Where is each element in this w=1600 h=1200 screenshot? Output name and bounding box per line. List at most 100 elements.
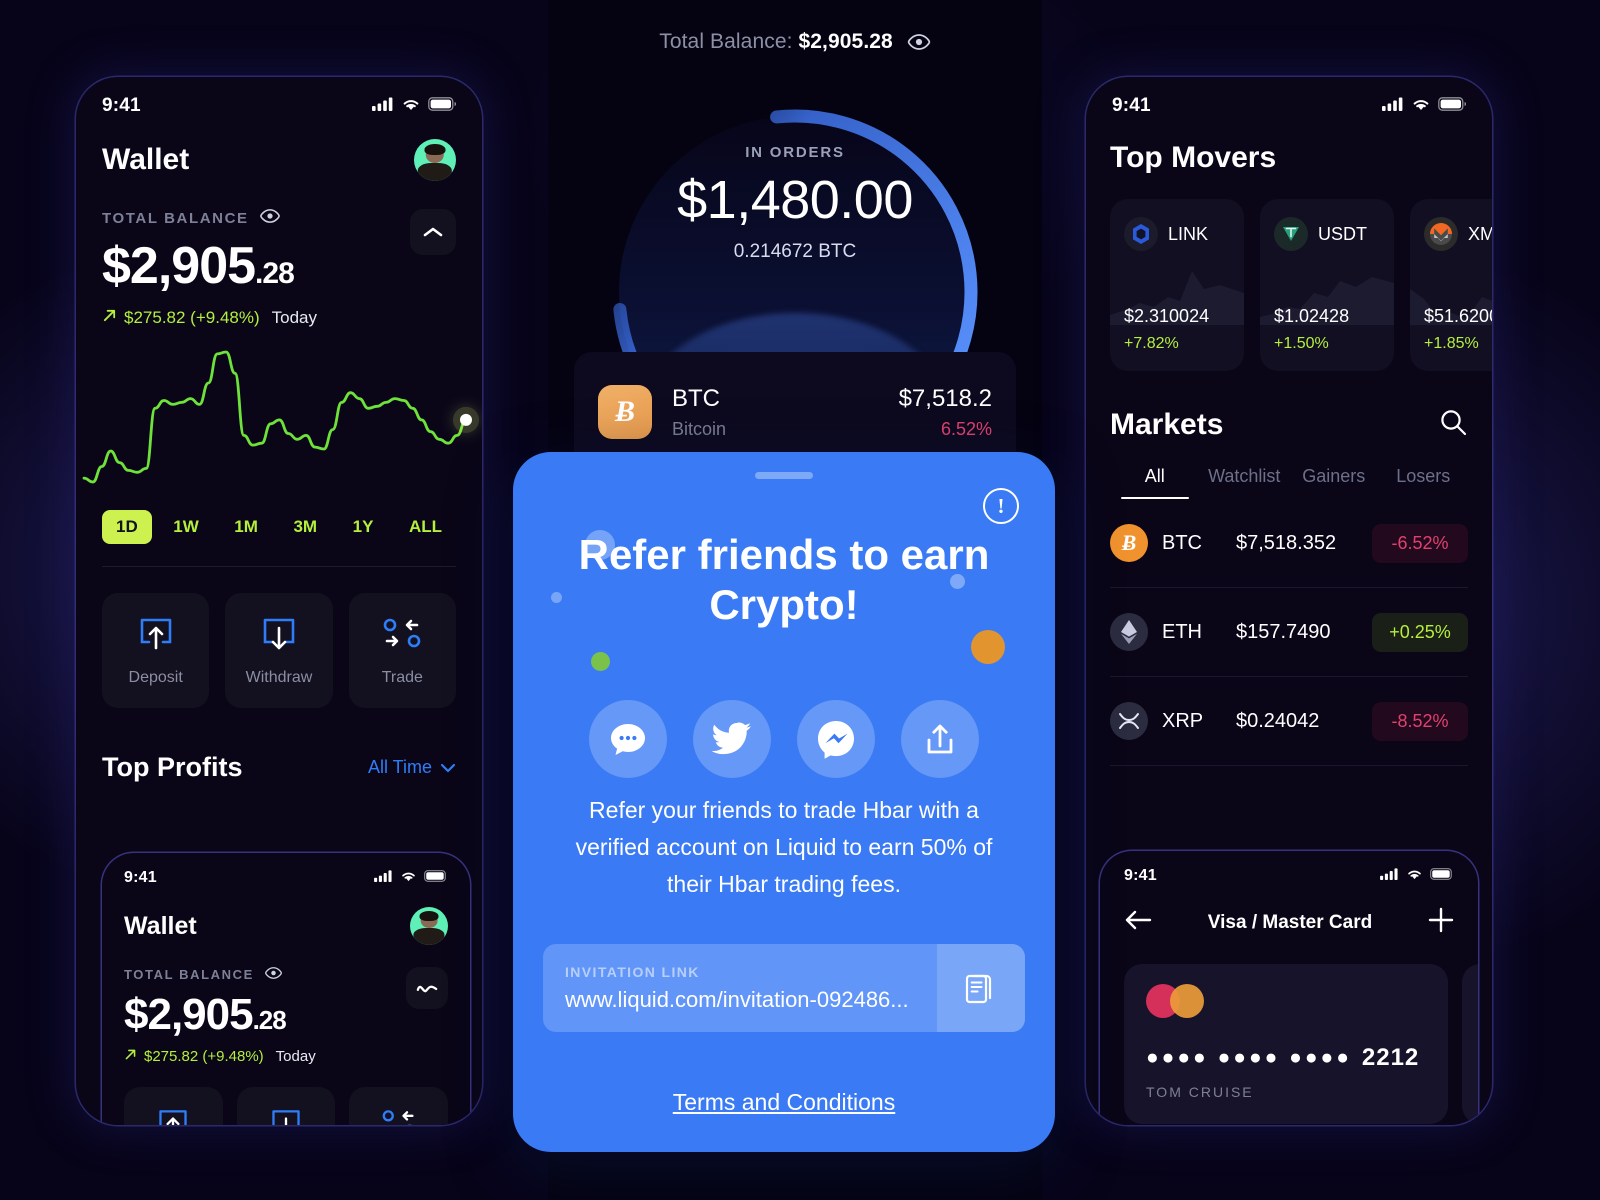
share-options[interactable] <box>513 700 1055 778</box>
bitcoin-icon: Ƀ <box>1110 524 1148 562</box>
battery-icon <box>1430 867 1454 885</box>
invitation-link-value: www.liquid.com/invitation-092486... <box>565 986 909 1012</box>
eye-icon[interactable] <box>264 967 283 982</box>
deposit-button[interactable]: Deposit <box>102 592 210 708</box>
cellular-icon <box>1380 867 1399 885</box>
range-1y[interactable]: 1Y <box>339 510 388 544</box>
withdraw-button[interactable]: Withdraw <box>225 592 333 708</box>
trade-button[interactable]: Trade <box>349 1087 449 1125</box>
twitter-icon[interactable] <box>693 700 771 778</box>
nested-page-title: Wallet <box>124 911 197 940</box>
search-icon[interactable] <box>1438 407 1468 442</box>
coin-name: Bitcoin <box>672 418 727 439</box>
cellular-icon <box>374 869 393 887</box>
market-price: $0.24042 <box>1236 709 1320 732</box>
top-profits-filter[interactable]: All Time <box>368 757 456 778</box>
wifi-icon <box>1411 97 1431 116</box>
status-time: 9:41 <box>1112 95 1151 116</box>
confetti-dot <box>971 630 1005 664</box>
top-mover-card[interactable]: XMR $51.62000 +1.85% <box>1410 199 1492 371</box>
back-button[interactable] <box>1124 910 1152 935</box>
plus-icon <box>1428 907 1454 933</box>
invitation-link-field[interactable]: INVITATION LINK www.liquid.com/invitatio… <box>543 944 1025 1032</box>
credit-card-next[interactable] <box>1462 964 1478 1124</box>
add-card-button[interactable] <box>1428 907 1454 938</box>
balance-delta: $275.82 (+9.48%) Today <box>102 308 410 328</box>
coin-symbol: BTC <box>672 384 720 412</box>
right-phone-frame: 9:41 Top Movers LINK $2.310024 +7.82% US… <box>1086 77 1492 1125</box>
wifi-icon <box>1406 867 1423 885</box>
market-symbol: XRP <box>1162 709 1204 732</box>
terms-and-conditions-link[interactable]: Terms and Conditions <box>513 1089 1055 1116</box>
eye-icon[interactable] <box>907 32 931 56</box>
coin-price: $7,518.2 <box>898 384 992 412</box>
card-nav-title: Visa / Master Card <box>1207 911 1373 933</box>
top-mover-price: $2.310024 <box>1124 306 1210 326</box>
wifi-icon <box>400 869 417 887</box>
markets-tabs[interactable]: All Watchlist Gainers Losers <box>1110 466 1468 499</box>
withdraw-button[interactable]: Withdraw <box>236 1087 336 1125</box>
top-mover-symbol: XMR <box>1468 223 1492 244</box>
expand-chart-button[interactable] <box>406 967 448 1009</box>
tab-gainers[interactable]: Gainers <box>1289 466 1379 499</box>
credit-card[interactable]: ●●●● ●●●● ●●●● 2212 TOM CRUISE <box>1124 964 1448 1124</box>
share-icon[interactable] <box>901 700 979 778</box>
messenger-icon[interactable] <box>797 700 875 778</box>
balance-amount: $2,905.28 <box>102 237 295 295</box>
top-movers-title: Top Movers <box>1110 141 1277 174</box>
collapse-chart-button[interactable] <box>410 209 456 255</box>
range-selector[interactable]: 1D 1W 1M 3M 1Y ALL <box>76 509 482 544</box>
tab-watchlist[interactable]: Watchlist <box>1200 466 1290 499</box>
tether-icon <box>1274 217 1308 251</box>
chevron-down-icon <box>440 757 456 778</box>
market-change: -6.52% <box>1372 523 1468 563</box>
center-total-balance-label: Total Balance: <box>659 30 793 53</box>
status-bar: 9:41 <box>76 95 482 117</box>
referral-modal: ! Refer friends to earn Crypto! Refer yo… <box>513 452 1055 1152</box>
markets-title: Markets <box>1110 407 1224 441</box>
info-icon[interactable]: ! <box>983 488 1019 524</box>
top-mover-symbol: USDT <box>1318 223 1367 244</box>
table-row[interactable]: XRP $0.24042 -8.52% <box>1110 677 1468 765</box>
trade-label: Trade <box>381 668 423 686</box>
table-row[interactable]: ETH $157.7490 +0.25% <box>1110 588 1468 676</box>
drag-handle[interactable] <box>755 472 813 479</box>
deposit-button[interactable]: Deposit <box>124 1087 223 1125</box>
bitcoin-icon: Ƀ <box>598 385 652 439</box>
market-price: $157.7490 <box>1236 620 1331 643</box>
top-mover-price: $1.02428 <box>1274 306 1350 326</box>
trade-button[interactable]: Trade <box>348 592 456 708</box>
range-1d[interactable]: 1D <box>102 509 152 544</box>
battery-icon <box>1438 96 1466 116</box>
top-mover-card[interactable]: USDT $1.02428 +1.50% <box>1260 199 1394 371</box>
center-total-balance-value: $2,905.28 <box>798 30 893 53</box>
market-price: $7,518.352 <box>1236 531 1337 554</box>
tab-losers[interactable]: Losers <box>1379 466 1469 499</box>
top-profits-title: Top Profits <box>102 751 243 782</box>
center-total-balance: Total Balance: $2,905.28 <box>548 30 1042 56</box>
range-all[interactable]: ALL <box>395 510 456 544</box>
range-1w[interactable]: 1W <box>159 510 213 544</box>
range-1m[interactable]: 1M <box>220 510 272 544</box>
chat-icon[interactable] <box>589 700 667 778</box>
table-row[interactable]: Ƀ BTC $7,518.352 -6.52% <box>1110 499 1468 587</box>
copy-icon <box>965 974 992 1004</box>
range-3m[interactable]: 3M <box>279 510 331 544</box>
copy-button[interactable] <box>937 944 1025 1032</box>
avatar[interactable] <box>410 907 448 945</box>
markets-list: Ƀ BTC $7,518.352 -6.52% ETH $157.7490 +0 <box>1110 499 1468 766</box>
tab-all[interactable]: All <box>1110 466 1200 499</box>
arrow-left-icon <box>1125 910 1152 930</box>
top-mover-card[interactable]: LINK $2.310024 +7.82% <box>1110 199 1244 371</box>
left-phone-frame: 9:41 Wallet TOTAL BALANCE $2,905.28 $275… <box>76 77 482 1125</box>
withdraw-icon <box>268 1106 304 1125</box>
avatar[interactable] <box>414 139 456 181</box>
eye-icon[interactable] <box>259 209 281 227</box>
top-movers-list[interactable]: LINK $2.310024 +7.82% USDT $1.02428 +1.5… <box>1086 199 1492 371</box>
status-time: 9:41 <box>124 869 157 886</box>
market-change: +0.25% <box>1372 612 1468 652</box>
modal-title: Refer friends to earn Crypto! <box>578 531 990 628</box>
deposit-label: Deposit <box>128 668 183 686</box>
total-balance-label: TOTAL BALANCE <box>124 967 406 982</box>
divider <box>102 565 456 567</box>
